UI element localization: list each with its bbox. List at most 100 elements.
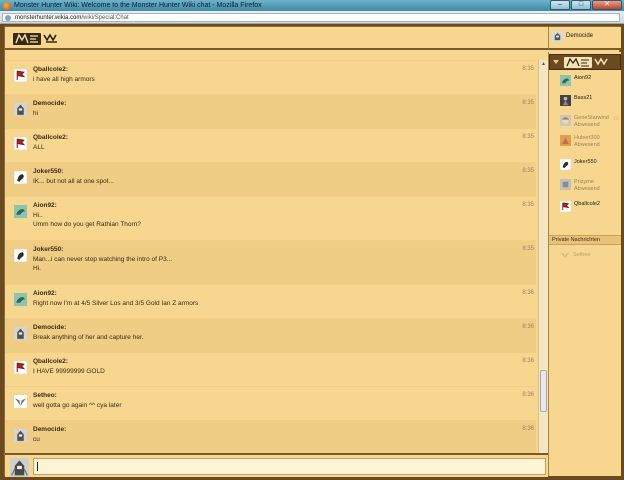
- dragon-green-icon[interactable]: [14, 293, 27, 306]
- message-line: ALL: [33, 144, 45, 151]
- message-row: Democide: 8:35 hi: [5, 94, 536, 128]
- message-username[interactable]: Qballcole2:: [33, 134, 68, 141]
- message-username[interactable]: Qballcole2:: [33, 358, 68, 365]
- message-username[interactable]: Aion92:: [33, 202, 57, 209]
- message-body: hi: [33, 109, 38, 118]
- message-scrollbar[interactable]: ▲ ▼: [538, 60, 548, 475]
- message-timestamp: 8:36: [522, 358, 534, 364]
- message-row: Qballcole2: 8:35 ALL: [5, 128, 536, 162]
- maximize-button[interactable]: □: [571, 0, 591, 10]
- message-body: cu: [33, 435, 40, 444]
- message-username[interactable]: Setheo:: [33, 392, 57, 399]
- message-username[interactable]: Democide:: [33, 324, 66, 331]
- message-username[interactable]: Democide:: [33, 426, 66, 433]
- wings-white-icon: [560, 252, 570, 259]
- member-name: Aion92: [574, 75, 592, 81]
- close-button[interactable]: ✕: [592, 0, 622, 10]
- user-list-sidebar: Aion92 Bass21 GeneStarwind Abwesend ☆ Hubert3…: [548, 52, 621, 476]
- current-user-name: Democide: [566, 33, 594, 39]
- url-host: monsterhunter.wikia.com: [15, 15, 82, 21]
- message-username[interactable]: Joker550:: [33, 168, 63, 175]
- member-item[interactable]: Qballcole2: [549, 198, 621, 216]
- member-item[interactable]: Aion92: [549, 72, 621, 90]
- wiki-logo-small: [564, 57, 608, 68]
- message-row: Joker550: 8:35 IK... but not all at one sp…: [5, 162, 536, 196]
- flag-emblem-icon[interactable]: [13, 360, 28, 375]
- message-line: well gotta go again ^^ cya later: [33, 402, 122, 409]
- creature-white-icon[interactable]: [13, 170, 28, 185]
- message-timestamp: 8:36: [522, 392, 534, 398]
- member-name: Joker550: [574, 159, 597, 165]
- message-body: Break anything of her and capture her.: [33, 333, 144, 342]
- chat-window: Democide Qballcole2: 8:35 i have all high …: [4, 26, 621, 477]
- message-line: Umm how do you get Rathian Thorn?: [33, 221, 141, 228]
- dragon-green-icon[interactable]: [14, 205, 27, 218]
- message-row: Democide: 8:36 cu: [5, 420, 536, 454]
- message-row: Democide: 8:36 Break anything of her and c…: [5, 318, 536, 352]
- blue-figure-icon: [560, 179, 571, 190]
- armor-knight-icon[interactable]: [14, 429, 27, 442]
- message-line: IK... but not all at one spot...: [33, 178, 114, 185]
- member-item[interactable]: Prizyme Abwesend: [549, 176, 621, 194]
- message-row: Qballcole2: 8:35 i have all high armors: [5, 60, 536, 94]
- member-name: Prizyme: [574, 179, 594, 185]
- message-list[interactable]: Qballcole2: 8:35 i have all high armors Dem…: [5, 60, 538, 472]
- armor-knight-icon[interactable]: [14, 327, 27, 340]
- minimize-button[interactable]: –: [550, 0, 570, 10]
- message-timestamp: 8:36: [522, 290, 534, 296]
- orange-monster-icon: [560, 135, 571, 146]
- member-item[interactable]: GeneStarwind Abwesend ☆: [549, 112, 621, 130]
- armor-knight-icon[interactable]: [14, 103, 27, 116]
- scroll-up-arrow-icon[interactable]: ▲: [539, 60, 548, 68]
- message-username[interactable]: Aion92:: [33, 290, 57, 297]
- message-input[interactable]: [33, 458, 546, 475]
- wiki-logo[interactable]: [13, 32, 61, 46]
- member-status: Abwesend: [574, 142, 600, 148]
- wiki-room-row[interactable]: [549, 54, 621, 70]
- message-line: Man...i can never stop watching the intr…: [33, 256, 173, 263]
- creature-white-icon: [559, 158, 572, 171]
- message-timestamp: 8:35: [522, 66, 534, 72]
- member-name: GeneStarwind: [574, 115, 609, 121]
- message-line: cu: [33, 436, 40, 443]
- message-body: well gotta go again ^^ cya later: [33, 401, 121, 410]
- member-item[interactable]: Bass21: [549, 92, 621, 110]
- private-messages-header: Private Nachrichten: [549, 235, 621, 245]
- flag-emblem-icon: [559, 200, 572, 213]
- scroll-thumb[interactable]: [540, 370, 547, 412]
- member-status: Abwesend: [574, 122, 600, 128]
- message-timestamp: 8:35: [522, 134, 534, 140]
- member-item[interactable]: Joker550: [549, 156, 621, 174]
- dragon-green-icon: [560, 75, 571, 86]
- message-username[interactable]: Joker550:: [33, 246, 63, 253]
- member-item[interactable]: Hubert300 Abwesend: [549, 132, 621, 150]
- creature-white-icon[interactable]: [13, 248, 28, 263]
- message-line: i have all high armors: [33, 76, 95, 83]
- chat-header: [5, 27, 548, 50]
- message-username[interactable]: Democide:: [33, 100, 66, 107]
- message-body: Hi.. Umm how do you get Rathian Thorn?: [33, 211, 141, 229]
- message-line: Hi..: [33, 212, 43, 219]
- message-input-bar: [5, 453, 548, 477]
- text-cursor: [37, 462, 38, 471]
- dark-figure-icon: [560, 95, 571, 106]
- private-user-item[interactable]: Setheo: [549, 249, 621, 262]
- message-timestamp: 8:35: [522, 100, 534, 106]
- message-line: Hi.: [33, 265, 41, 272]
- message-body: i have all high armors: [33, 75, 95, 84]
- url-field[interactable]: monsterhunter.wikia.com/wiki/Special:Cha…: [2, 13, 620, 22]
- message-body: ALL: [33, 143, 45, 152]
- message-timestamp: 8:35: [522, 246, 534, 252]
- flag-emblem-icon[interactable]: [13, 136, 28, 151]
- message-timestamp: 8:36: [522, 426, 534, 432]
- message-username[interactable]: Qballcole2:: [33, 66, 68, 73]
- member-status: Abwesend: [574, 186, 600, 192]
- collapse-triangle-icon[interactable]: [553, 60, 559, 64]
- address-bar: monsterhunter.wikia.com/wiki/Special:Cha…: [0, 11, 624, 24]
- flag-emblem-icon[interactable]: [13, 68, 28, 83]
- message-line: Break anything of her and capture her.: [33, 334, 144, 341]
- private-user-name: Setheo: [573, 252, 591, 258]
- current-user-panel[interactable]: Democide: [548, 27, 621, 50]
- wings-white-icon[interactable]: [14, 395, 27, 408]
- armor-knight-icon: [10, 458, 29, 477]
